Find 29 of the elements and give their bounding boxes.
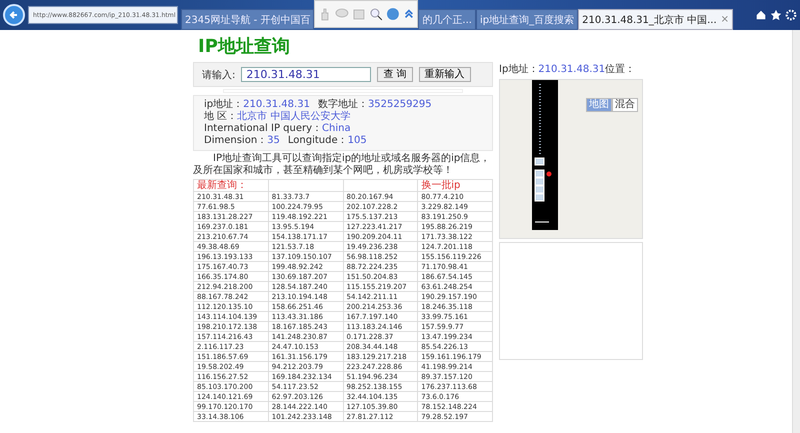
description-text: IP地址查询工具可以查询指定ip的地址或域名服务器的ip信息，及所在国家和城市，甚至精确到某个网吧，机房或学校等！: [193, 153, 492, 177]
star-icon[interactable]: [770, 9, 782, 21]
query-button[interactable]: 查 询: [377, 67, 413, 82]
table-header-cell: 最新查询：: [194, 180, 268, 192]
arrow-left-icon: [9, 10, 19, 20]
info-text: Dimension：35: [204, 135, 280, 147]
settings-icon[interactable]: [785, 9, 797, 21]
reset-button[interactable]: 重新输入: [418, 67, 471, 82]
browser-tab[interactable]: 210.31.48.31_北京市 中国... ×: [578, 9, 734, 30]
browser-tab[interactable]: 2345网址导航 - 开创中国百: [181, 9, 314, 30]
map-caption: Ip地址：210.31.48.31位置：: [499, 62, 636, 76]
browser-tab[interactable]: 的几个正...: [418, 9, 476, 30]
back-button[interactable]: [3, 4, 25, 26]
info-text: Longitude：105: [288, 135, 367, 147]
info-text: 数字地址：3525259295: [318, 99, 432, 110]
input-label: 请输入:: [202, 68, 236, 82]
home-icon[interactable]: [755, 9, 767, 21]
help-icon[interactable]: [386, 7, 400, 21]
info-text: International IP query：China: [204, 123, 351, 135]
info-text: 地 区：北京市 中国人民公安大学: [204, 111, 350, 123]
browser-tab[interactable]: ip地址查询_百度搜索: [476, 9, 578, 30]
map-mode-tab[interactable]: 混合: [612, 98, 638, 112]
page-title: IP地址查询: [198, 35, 291, 58]
chevron-up-icon[interactable]: [402, 8, 414, 20]
zoom-icon[interactable]: [368, 7, 383, 21]
refresh-ips-link[interactable]: 换一批ip: [418, 180, 492, 192]
scrollbar[interactable]: [792, 30, 800, 433]
ip-input-field[interactable]: 210.31.48.31: [241, 67, 372, 82]
info-text: ip地址：210.31.48.31: [204, 99, 310, 110]
